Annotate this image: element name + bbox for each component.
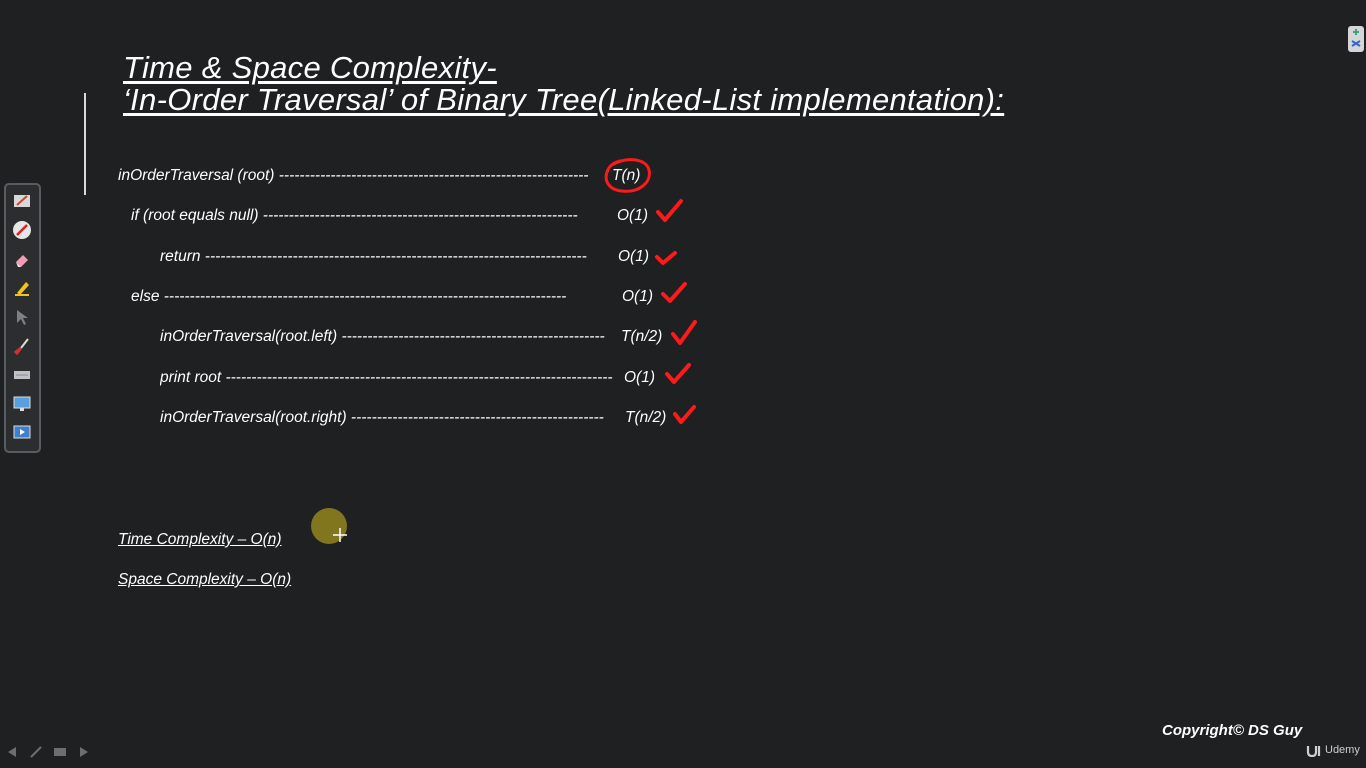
udemy-brand-text: Udemy (1325, 744, 1360, 756)
time-complexity-label: Time Complexity – O(n) (118, 531, 282, 548)
code-line-6: print root -----------------------------… (160, 369, 613, 386)
code-line-2: if (root equals null) ------------------… (131, 207, 578, 224)
check-mark-icon (655, 251, 677, 265)
slide-title: Time & Space Complexity- ‘In-Order Trave… (123, 52, 1004, 116)
cost-line-4: O(1) (622, 288, 653, 305)
slideshow-icon[interactable] (12, 423, 32, 443)
next-slide-icon[interactable] (76, 745, 92, 759)
udemy-watermark: Udemy (1306, 743, 1360, 757)
code-line-3: return ---------------------------------… (160, 248, 587, 265)
vertical-divider (84, 93, 86, 195)
cost-line-5: T(n/2) (621, 328, 663, 345)
udemy-logo-icon (1306, 746, 1321, 757)
slides-menu-icon[interactable] (52, 745, 68, 759)
code-line-1: inOrderTraversal (root) ----------------… (118, 167, 589, 184)
copyright-text: Copyright© DS Guy (1162, 722, 1303, 739)
cost-line-2: O(1) (617, 207, 648, 224)
cost-line-7: T(n/2) (625, 409, 667, 426)
code-line-7: inOrderTraversal(root.right) -----------… (160, 409, 604, 426)
check-mark-icon (656, 199, 683, 222)
pen-icon[interactable] (12, 191, 32, 211)
highlighter-icon[interactable] (12, 278, 32, 298)
circle-annotation (604, 158, 651, 193)
arrow-cursor-icon[interactable] (12, 307, 32, 327)
check-mark-icon (665, 363, 691, 384)
annotation-toolbar (4, 183, 41, 453)
cost-line-3: O(1) (618, 248, 649, 265)
brush-icon[interactable] (12, 336, 32, 356)
check-mark-icon (673, 405, 696, 424)
code-line-5: inOrderTraversal(root.left) ------------… (160, 328, 605, 345)
pen-tool-icon[interactable] (28, 745, 44, 759)
eraser-icon[interactable] (12, 249, 32, 269)
slide-navigation (4, 745, 92, 759)
check-mark-icon (661, 282, 687, 303)
cost-line-6: O(1) (624, 369, 655, 386)
screen-icon[interactable] (12, 394, 32, 414)
previous-slide-icon[interactable] (4, 745, 20, 759)
laser-pointer-icon[interactable] (12, 220, 32, 240)
keyboard-icon[interactable] (12, 365, 32, 385)
space-complexity-label: Space Complexity – O(n) (118, 571, 292, 588)
check-mark-icon (671, 320, 697, 345)
title-line-1: Time & Space Complexity- (123, 50, 497, 85)
code-line-4: else -----------------------------------… (131, 288, 567, 305)
presenter-widget[interactable] (1348, 26, 1364, 52)
title-line-2: ‘In-Order Traversal’ of Binary Tree(Link… (123, 82, 1005, 117)
crosshair-cursor-icon (333, 528, 347, 542)
